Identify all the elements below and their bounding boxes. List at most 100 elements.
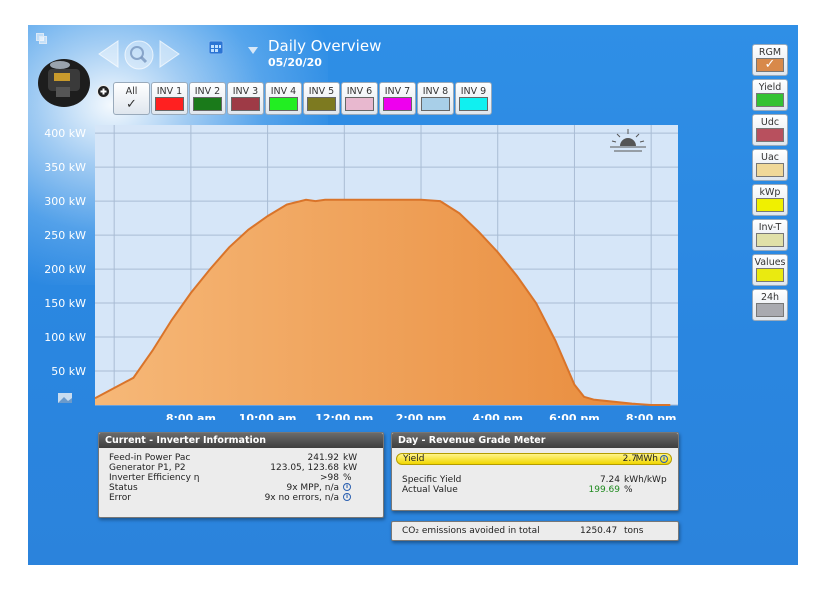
color-swatch bbox=[756, 303, 784, 317]
info-row-label: Error bbox=[109, 493, 131, 503]
tab-label: INV 3 bbox=[232, 86, 259, 97]
y-tick-label: 350 kW bbox=[44, 161, 86, 174]
search-icon[interactable] bbox=[123, 39, 155, 71]
info-row-value: >98 bbox=[320, 473, 339, 483]
x-tick-label: 8:00 pm bbox=[626, 412, 677, 420]
toggle-label: Yield bbox=[758, 82, 782, 93]
info-row: Generator P1, P2 123.05, 123.68 kW bbox=[109, 463, 377, 473]
tab-inv-7[interactable]: INV 7 bbox=[379, 82, 416, 115]
info-row-value: 9x MPP, n/a bbox=[286, 483, 339, 493]
tab-label: INV 1 bbox=[156, 86, 183, 97]
checkmark-icon: ✓ bbox=[126, 97, 137, 112]
device-icon bbox=[36, 53, 92, 109]
info-row-label: Status bbox=[109, 483, 138, 493]
specific-yield-unit: kWh/kWp bbox=[624, 475, 667, 485]
co2-value: 1250.47 bbox=[580, 526, 618, 536]
info-row-label: Feed-in Power Pac bbox=[109, 453, 191, 463]
y-tick-label: 50 kW bbox=[51, 365, 86, 378]
specific-yield-value: 7.24 bbox=[599, 475, 620, 485]
toggle-udc[interactable]: Udc bbox=[752, 114, 788, 146]
current-inverter-panel: Current - Inverter Information Feed-in P… bbox=[98, 432, 384, 518]
plus-icon[interactable] bbox=[97, 83, 110, 98]
yield-label: Yield bbox=[403, 454, 425, 464]
info-row-value: 123.05, 123.68 bbox=[270, 463, 339, 473]
info-row-label: Generator P1, P2 bbox=[109, 463, 186, 473]
toggle-label: Uac bbox=[761, 152, 779, 163]
info-row: Error 9x no errors, n/a i bbox=[109, 493, 377, 503]
toggle-uac[interactable]: Uac bbox=[752, 149, 788, 181]
info-icon[interactable]: i bbox=[660, 455, 668, 463]
color-swatch bbox=[459, 97, 488, 111]
tab-inv-2[interactable]: INV 2 bbox=[189, 82, 226, 115]
color-swatch bbox=[269, 97, 298, 111]
x-tick-label: 2:00 pm bbox=[396, 412, 447, 420]
sun-icon bbox=[608, 127, 648, 153]
info-icon[interactable]: i bbox=[343, 483, 351, 491]
toggle-24h[interactable]: 24h bbox=[752, 289, 788, 321]
page-date: 05/20/20 bbox=[268, 56, 322, 69]
toggle-label: Inv-T bbox=[758, 222, 782, 233]
toggle-values[interactable]: Values bbox=[752, 254, 788, 286]
window-icon[interactable] bbox=[36, 33, 48, 45]
tab-inv-8[interactable]: INV 8 bbox=[417, 82, 454, 115]
color-swatch bbox=[756, 268, 784, 282]
tab-inv-1[interactable]: INV 1 bbox=[151, 82, 188, 115]
info-icon[interactable]: i bbox=[343, 493, 351, 501]
app-window: Daily Overview 05/20/20 All ✓ INV 1 INV 2 IN… bbox=[28, 25, 798, 565]
toggle-label: kWp bbox=[759, 187, 781, 198]
toggle-kwp[interactable]: kWp bbox=[752, 184, 788, 216]
specific-yield-label: Specific Yield bbox=[402, 475, 462, 485]
arrow-left-icon[interactable] bbox=[96, 39, 120, 69]
tab-label: INV 2 bbox=[194, 86, 221, 97]
tab-inv-6[interactable]: INV 6 bbox=[341, 82, 378, 115]
color-swatch bbox=[345, 97, 374, 111]
tab-inv-4[interactable]: INV 4 bbox=[265, 82, 302, 115]
info-row-unit: % bbox=[343, 473, 352, 483]
color-swatch bbox=[307, 97, 336, 111]
info-row-value: 241.92 bbox=[307, 453, 340, 463]
tab-label: INV 8 bbox=[422, 86, 449, 97]
color-swatch bbox=[756, 198, 784, 212]
x-tick-label: 10:00 am bbox=[239, 412, 297, 420]
tab-inv-3[interactable]: INV 3 bbox=[227, 82, 264, 115]
tab-label: INV 6 bbox=[346, 86, 373, 97]
y-tick-label: 150 kW bbox=[44, 297, 86, 310]
tab-label: All bbox=[125, 86, 138, 97]
toggle-yield[interactable]: Yield bbox=[752, 79, 788, 111]
current-panel-title: Current - Inverter Information bbox=[99, 433, 383, 448]
actual-value: 199.69 bbox=[588, 485, 621, 495]
y-tick-label: 100 kW bbox=[44, 331, 86, 344]
x-tick-label: 6:00 pm bbox=[549, 412, 600, 420]
calendar-icon[interactable] bbox=[208, 39, 224, 55]
yield-unit: MWh bbox=[635, 454, 658, 464]
co2-unit: tons bbox=[624, 526, 644, 536]
color-swatch: ✓ bbox=[756, 57, 784, 72]
color-swatch bbox=[231, 97, 260, 111]
tab-label: INV 9 bbox=[460, 86, 487, 97]
tab-all[interactable]: All ✓ bbox=[113, 82, 150, 115]
y-tick-label: 300 kW bbox=[44, 195, 86, 208]
x-tick-label: 12:00 pm bbox=[315, 412, 373, 420]
toggle-label: Values bbox=[754, 257, 786, 268]
y-tick-label: 400 kW bbox=[44, 127, 86, 140]
toggle-inv-t[interactable]: Inv-T bbox=[752, 219, 788, 251]
color-swatch bbox=[756, 163, 784, 177]
toggle-label: Udc bbox=[760, 117, 780, 128]
tab-label: INV 4 bbox=[270, 86, 297, 97]
info-row: Status 9x MPP, n/a i bbox=[109, 483, 377, 493]
toggle-rgm[interactable]: RGM ✓ bbox=[752, 44, 788, 76]
actual-value-unit: % bbox=[624, 485, 633, 495]
tab-inv-5[interactable]: INV 5 bbox=[303, 82, 340, 115]
color-swatch bbox=[756, 93, 784, 107]
dropdown-triangle-icon[interactable] bbox=[247, 41, 259, 54]
checkmark-icon: ✓ bbox=[764, 57, 776, 72]
color-swatch bbox=[756, 233, 784, 247]
tab-inv-9[interactable]: INV 9 bbox=[455, 82, 492, 115]
co2-panel: CO₂ emissions avoided in total 1250.47 t… bbox=[391, 521, 679, 541]
color-swatch bbox=[155, 97, 184, 111]
yield-bar[interactable]: Yield 2.7 MWh i bbox=[396, 453, 672, 465]
color-swatch bbox=[756, 128, 784, 142]
y-tick-label: 250 kW bbox=[44, 229, 86, 242]
arrow-right-icon[interactable] bbox=[158, 39, 182, 69]
info-row: Feed-in Power Pac 241.92 kW bbox=[109, 453, 377, 463]
